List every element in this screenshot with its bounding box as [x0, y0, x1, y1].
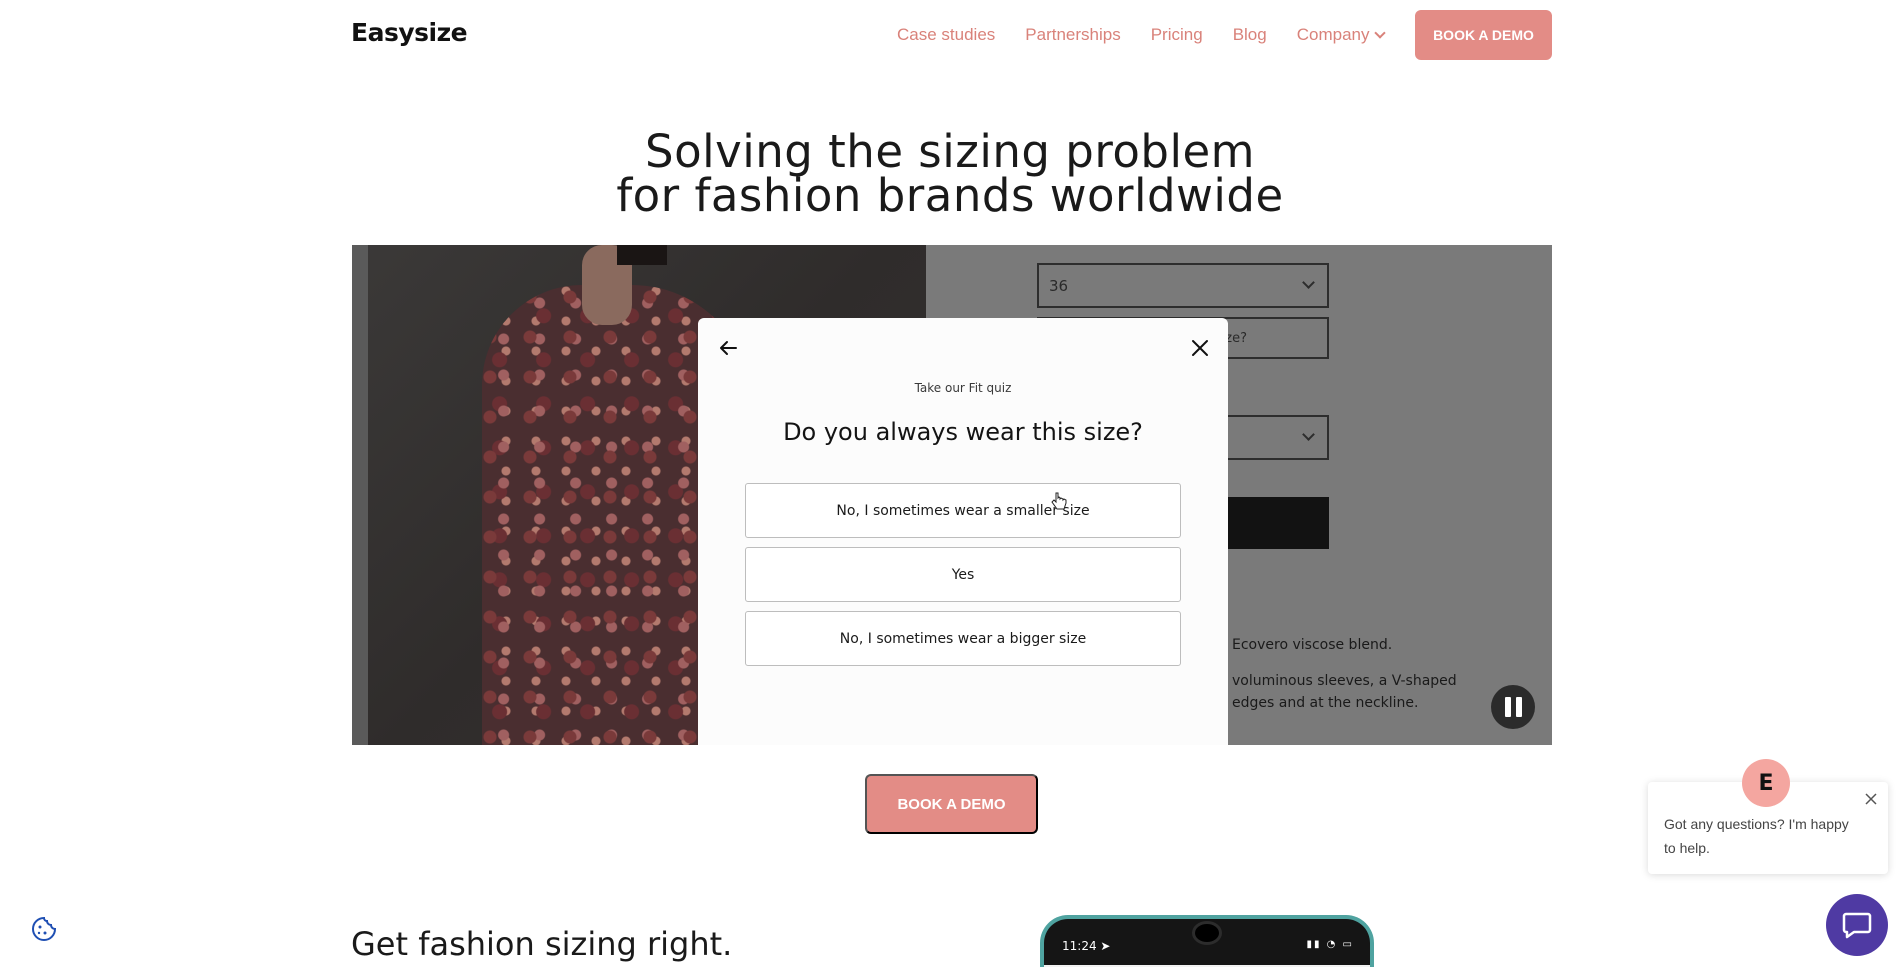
cookie-settings-icon[interactable]: [30, 915, 58, 943]
chevron-down-icon: [1302, 428, 1315, 441]
logo[interactable]: Easysize: [351, 18, 468, 47]
size-value: 36: [1049, 276, 1069, 295]
main-nav: Case studies Partnerships Pricing Blog C…: [897, 25, 1414, 45]
section-title: Get fashion sizing right.: [351, 925, 733, 963]
fit-quiz-modal: Take our Fit quiz Do you always wear thi…: [698, 318, 1228, 745]
phone-time: 11:24 ➤: [1062, 939, 1111, 953]
quiz-option-bigger[interactable]: No, I sometimes wear a bigger size: [745, 611, 1181, 666]
phone-mockup: 11:24 ➤ ▮▮ ◔ ▭: [1040, 915, 1374, 967]
camera-notch: [1192, 921, 1222, 945]
nav-blog[interactable]: Blog: [1233, 25, 1267, 45]
arrow-left-icon[interactable]: [716, 336, 740, 360]
nav-pricing[interactable]: Pricing: [1151, 25, 1203, 45]
status-icons: ▮▮ ◔ ▭: [1306, 939, 1354, 950]
nav-company-label: Company: [1296, 25, 1370, 44]
close-icon[interactable]: [1864, 792, 1878, 806]
title-line-2: for fashion brands worldwide: [616, 169, 1284, 222]
size-select: 36: [1037, 263, 1329, 308]
chevron-down-icon: [1302, 276, 1315, 289]
chat-message: Got any questions? I'm happy to help.: [1664, 816, 1849, 856]
model-hair: [617, 245, 667, 265]
product-desc-line: voluminous sleeves, a V-shaped: [1232, 673, 1457, 689]
quiz-label: Take our Fit quiz: [914, 381, 1012, 395]
chat-avatar: E: [1742, 759, 1790, 807]
pause-button[interactable]: [1491, 685, 1535, 729]
chat-launcher-button[interactable]: [1826, 894, 1888, 956]
size-guide-label: ze?: [1225, 330, 1247, 346]
title-line-1: Solving the sizing problem: [645, 125, 1255, 178]
close-icon[interactable]: [1188, 336, 1212, 360]
nav-partnerships[interactable]: Partnerships: [1025, 25, 1120, 45]
chevron-down-icon: [1374, 27, 1387, 39]
nav-company[interactable]: Company: [1296, 25, 1387, 45]
book-demo-button[interactable]: BOOK A DEMO: [1415, 10, 1552, 60]
hand-cursor-icon: [1051, 492, 1067, 510]
quiz-option-smaller[interactable]: No, I sometimes wear a smaller size: [745, 483, 1181, 538]
page-title: Solving the sizing problem for fashion b…: [0, 125, 1900, 222]
product-desc-line: Ecovero viscose blend.: [1232, 637, 1393, 653]
site-header: Easysize Case studies Partnerships Prici…: [0, 0, 1900, 72]
product-desc-line: edges and at the neckline.: [1232, 695, 1419, 711]
quiz-option-yes[interactable]: Yes: [745, 547, 1181, 602]
book-demo-button-hero[interactable]: BOOK A DEMO: [865, 774, 1038, 834]
pause-icon: [1504, 697, 1511, 717]
chat-icon: [1842, 912, 1872, 939]
quiz-question: Do you always wear this size?: [783, 418, 1143, 446]
nav-case-studies[interactable]: Case studies: [897, 25, 995, 45]
